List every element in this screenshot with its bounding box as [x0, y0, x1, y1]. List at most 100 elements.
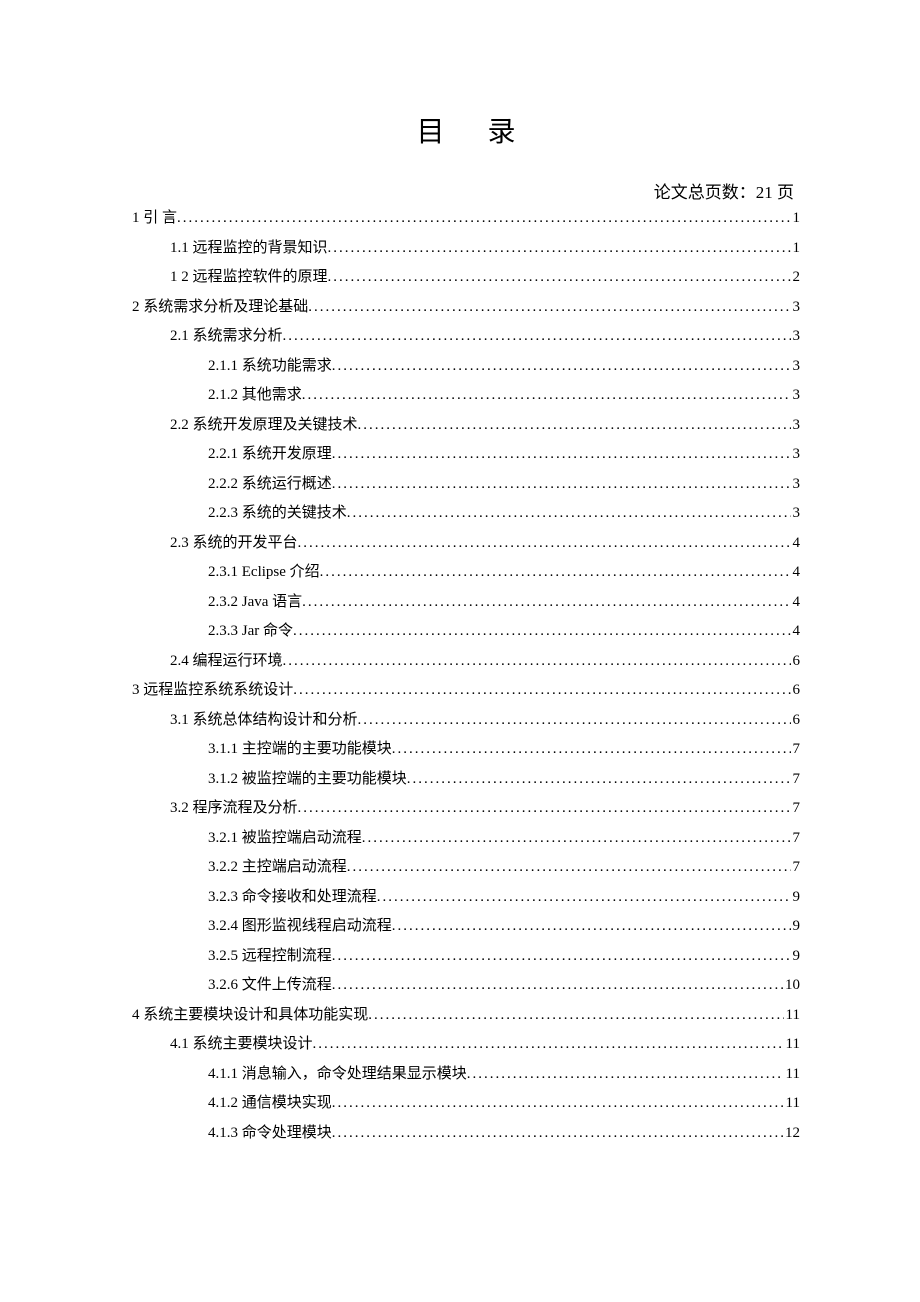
toc-entry-label: 2.1.2 其他需求 [208, 388, 302, 403]
toc-entry-page: 3 [791, 329, 801, 344]
toc-entry-label: 1 2 远程监控软件的原理 [170, 270, 328, 285]
toc-entry-page: 7 [791, 801, 801, 816]
toc-entry-page: 11 [784, 1037, 800, 1052]
toc-leader-dots [308, 300, 790, 315]
toc-leader-dots [347, 860, 791, 875]
toc-leader-dots [320, 565, 791, 580]
toc-entry-label: 2.4 编程运行环境 [170, 654, 283, 669]
toc-entry-page: 4 [791, 624, 801, 639]
toc-leader-dots [332, 978, 783, 993]
toc-leader-dots [332, 949, 791, 964]
toc-leader-dots [298, 801, 791, 816]
toc-entry: 3.2.6 文件上传流程10 [132, 978, 800, 993]
toc-entry-label: 2.1.1 系统功能需求 [208, 359, 332, 374]
toc-entry-page: 3 [791, 388, 801, 403]
toc-entry: 3.2.1 被监控端启动流程 7 [132, 831, 800, 846]
toc-entry-label: 3.2 程序流程及分析 [170, 801, 298, 816]
toc-entry: 2.3.1 Eclipse 介绍 4 [132, 565, 800, 580]
toc-entry-label: 4.1.1 消息输入，命令处理结果显示模块 [208, 1067, 467, 1082]
toc-entry: 3.2.2 主控端启动流程 7 [132, 860, 800, 875]
toc-leader-dots [328, 270, 791, 285]
toc-entry-page: 11 [784, 1008, 800, 1023]
toc-entry: 3.2 程序流程及分析 7 [132, 801, 800, 816]
toc-entry: 1.1 远程监控的背景知识 1 [132, 241, 800, 256]
toc-entry-page: 2 [791, 270, 801, 285]
toc-entry-label: 2.3.2 Java 语言 [208, 595, 302, 610]
toc-entry-label: 4.1.2 通信模块实现 [208, 1096, 332, 1111]
toc-entry-label: 2.3.1 Eclipse 介绍 [208, 565, 320, 580]
toc-leader-dots [293, 624, 791, 639]
toc-entry-page: 7 [791, 742, 801, 757]
toc-leader-dots [467, 1067, 784, 1082]
toc-entry-label: 1.1 远程监控的背景知识 [170, 241, 328, 256]
toc-entry-page: 1 [791, 211, 801, 226]
toc-entry-label: 4 系统主要模块设计和具体功能实现 [132, 1008, 368, 1023]
toc-entry-label: 2.2.1 系统开发原理 [208, 447, 332, 462]
toc-entry: 2.3 系统的开发平台4 [132, 536, 800, 551]
toc-entry: 4.1.2 通信模块实现 11 [132, 1096, 800, 1111]
toc-entry-page: 1 [791, 241, 801, 256]
toc-leader-dots [283, 329, 791, 344]
toc-leader-dots [377, 890, 791, 905]
toc-entry: 2.1.1 系统功能需求3 [132, 359, 800, 374]
toc-entry: 1 引 言1 [132, 211, 800, 226]
toc-entry-page: 6 [791, 683, 801, 698]
toc-leader-dots [362, 831, 791, 846]
toc-entry: 1 2 远程监控软件的原理 2 [132, 270, 800, 285]
toc-entry-label: 4.1.3 命令处理模块 [208, 1126, 332, 1141]
toc-entry: 2 系统需求分析及理论基础3 [132, 300, 800, 315]
toc-entry: 4.1 系统主要模块设计 11 [132, 1037, 800, 1052]
toc-entry: 2.1.2 其他需求 3 [132, 388, 800, 403]
toc-leader-dots [392, 919, 791, 934]
toc-entry-label: 4.1 系统主要模块设计 [170, 1037, 313, 1052]
toc-entry: 2.4 编程运行环境 6 [132, 654, 800, 669]
toc-entry-label: 3.2.2 主控端启动流程 [208, 860, 347, 875]
toc-entry-page: 6 [791, 654, 801, 669]
toc-leader-dots [392, 742, 791, 757]
document-page: 目 录 论文总页数：21 页 1 引 言11.1 远程监控的背景知识11 2 远… [0, 0, 920, 1215]
toc-entry: 3.1.2 被监控端的主要功能模块7 [132, 772, 800, 787]
toc-entry-label: 2.2 系统开发原理及关键技术 [170, 418, 358, 433]
toc-entry: 2.2.1 系统开发原理3 [132, 447, 800, 462]
toc-entry: 4.1.1 消息输入，命令处理结果显示模块11 [132, 1067, 800, 1082]
toc-entry-label: 3.2.4 图形监视线程启动流程 [208, 919, 392, 934]
toc-entry: 2.3.2 Java 语言 4 [132, 595, 800, 610]
toc-entry-page: 9 [791, 890, 801, 905]
toc-entry: 3.2.3 命令接收和处理流程9 [132, 890, 800, 905]
toc-entry-label: 2.1 系统需求分析 [170, 329, 283, 344]
toc-entry-page: 4 [791, 595, 801, 610]
toc-entry-label: 3.2.5 远程控制流程 [208, 949, 332, 964]
toc-entry: 2.1 系统需求分析 3 [132, 329, 800, 344]
toc-entry-page: 3 [791, 477, 801, 492]
toc-entry-label: 3.1.2 被监控端的主要功能模块 [208, 772, 407, 787]
toc-entry-page: 11 [784, 1096, 800, 1111]
toc-entry-page: 10 [783, 978, 800, 993]
toc-leader-dots [358, 418, 791, 433]
toc-leader-dots [313, 1037, 784, 1052]
toc-entry: 4.1.3 命令处理模块 12 [132, 1126, 800, 1141]
toc-entry: 2.2.2 系统运行概述 3 [132, 477, 800, 492]
toc-leader-dots [332, 359, 791, 374]
toc-entry-label: 3.2.1 被监控端启动流程 [208, 831, 362, 846]
toc-entry: 4 系统主要模块设计和具体功能实现 11 [132, 1008, 800, 1023]
toc-leader-dots [177, 211, 790, 226]
toc-leader-dots [302, 595, 790, 610]
toc-title: 目 录 [132, 110, 800, 150]
toc-entry-page: 4 [791, 565, 801, 580]
toc-entry: 2.3.3 Jar 命令4 [132, 624, 800, 639]
toc-entry-page: 7 [791, 860, 801, 875]
toc-leader-dots [332, 447, 791, 462]
toc-entry-page: 3 [791, 300, 801, 315]
toc-entry-page: 7 [791, 831, 801, 846]
toc-leader-dots [358, 713, 791, 728]
toc-entry-label: 2.2.3 系统的关键技术 [208, 506, 347, 521]
toc-entry-page: 12 [783, 1126, 800, 1141]
toc-entry-label: 2.2.2 系统运行概述 [208, 477, 332, 492]
toc-leader-dots [332, 477, 791, 492]
toc-leader-dots [368, 1008, 783, 1023]
toc-leader-dots [302, 388, 791, 403]
toc-leader-dots [283, 654, 791, 669]
toc-entry-page: 9 [791, 919, 801, 934]
table-of-contents: 1 引 言1 1.1 远程监控的背景知识 1 1 2 远程监控软件的原理 2 2 系统需求… [132, 211, 800, 1141]
toc-entry: 2.2.3 系统的关键技术3 [132, 506, 800, 521]
